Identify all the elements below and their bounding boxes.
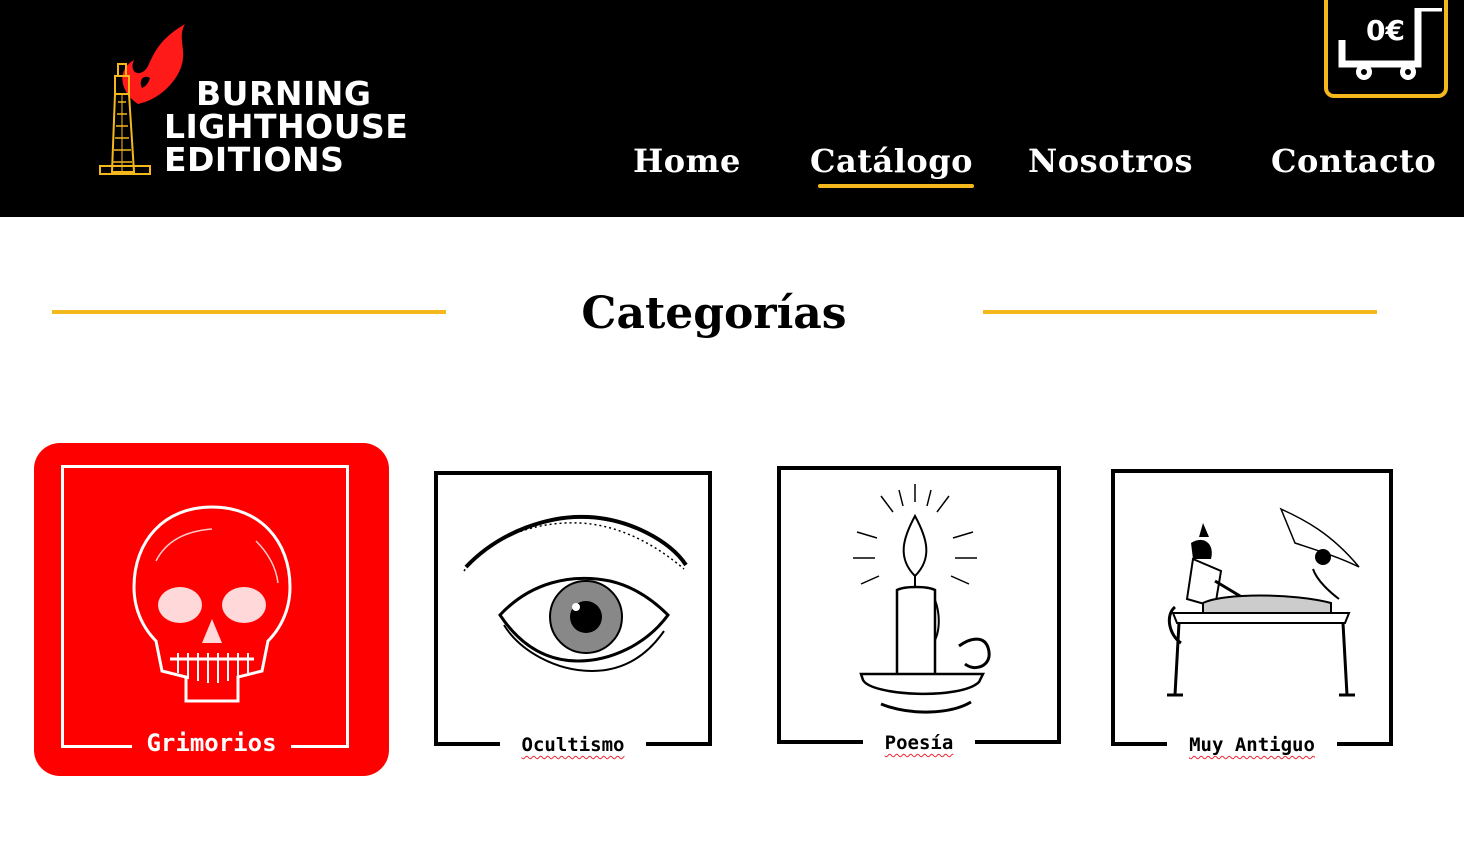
category-label: Ocultismo (499, 734, 647, 756)
category-card-ocultismo[interactable]: Ocultismo (434, 471, 712, 756)
brand-line-3: EDITIONS (164, 140, 345, 179)
card-label-wrap: Ocultismo (438, 734, 708, 756)
card-label-wrap: Muy Antiguo (1115, 734, 1389, 756)
category-label: Poesía (862, 732, 976, 754)
cart-icon (1338, 8, 1442, 80)
title-rule-left (52, 310, 446, 314)
card-label-wrap: Grimorios (34, 729, 389, 757)
nav-catalogo[interactable]: Catálogo (810, 142, 973, 180)
brand-logo[interactable]: BURNING LIGHTHOUSE EDITIONS (98, 22, 408, 180)
category-card-poesia[interactable]: Poesía (777, 466, 1061, 754)
brand-line-1: BURNING (196, 74, 372, 113)
site-header: BURNING LIGHTHOUSE EDITIONS 0€ Home Catá… (0, 0, 1464, 217)
egyptian-mummy-icon (1167, 507, 1360, 697)
eye-icon (463, 514, 688, 673)
category-label: Muy Antiguo (1167, 734, 1337, 756)
candle-icon (853, 484, 991, 714)
nav-home[interactable]: Home (633, 142, 741, 180)
cart-button[interactable]: 0€ (1324, 0, 1448, 98)
nav-contacto[interactable]: Contacto (1271, 142, 1436, 180)
nav-active-indicator (818, 184, 974, 188)
brand-wordmark: BURNING LIGHTHOUSE EDITIONS (164, 77, 408, 176)
category-card-grimorios[interactable]: Grimorios (34, 443, 389, 776)
title-rule-right (983, 310, 1377, 314)
card-label-wrap: Poesía (781, 732, 1057, 754)
category-label: Grimorios (132, 729, 291, 757)
category-card-muy-antiguo[interactable]: Muy Antiguo (1111, 469, 1393, 756)
section-title: Categorías (581, 288, 847, 339)
nav-nosotros[interactable]: Nosotros (1028, 142, 1193, 180)
skull-icon (132, 505, 292, 703)
brand-line-2: LIGHTHOUSE (164, 107, 409, 146)
